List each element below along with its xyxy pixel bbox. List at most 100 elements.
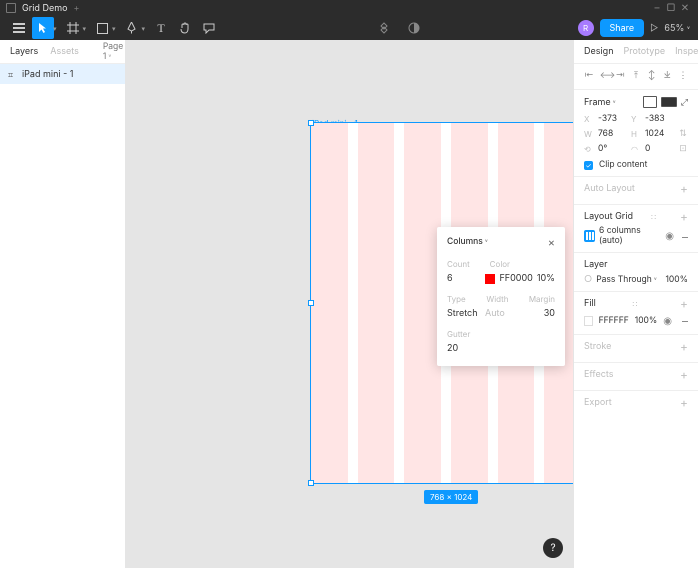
layout-grid-visibility-icon[interactable]: ◉ — [665, 230, 674, 242]
resize-handle-tl[interactable] — [308, 120, 314, 126]
effects-section: Effects + — [574, 363, 698, 391]
move-tool-chevron[interactable]: ▾ — [53, 24, 57, 33]
layer-opacity-input[interactable]: 100% — [665, 275, 688, 285]
window-minimize[interactable]: – — [650, 2, 664, 14]
layer-title: Layer — [584, 259, 608, 270]
fill-styles-icon[interactable]: ∷ — [632, 299, 637, 309]
page-selector[interactable]: Page 1 — [103, 42, 123, 62]
stroke-section: Stroke + — [574, 335, 698, 363]
mask-icon[interactable] — [403, 17, 425, 39]
clip-content-checkbox[interactable]: ✓ — [584, 161, 593, 170]
h-input[interactable]: 1024 — [645, 129, 674, 139]
pen-tool-chevron[interactable]: ▾ — [142, 24, 146, 33]
shape-tool-chevron[interactable]: ▾ — [112, 24, 116, 33]
rotation-input[interactable]: 0° — [598, 144, 627, 154]
window-maximize[interactable]: ▢ — [664, 2, 678, 14]
independent-corners-icon[interactable]: ⊡ — [678, 143, 688, 154]
move-tool[interactable] — [32, 17, 54, 39]
figma-logo-icon[interactable] — [6, 3, 16, 13]
frame-tool-chevron[interactable]: ▾ — [83, 24, 87, 33]
selection-dimensions: 768 × 1024 — [424, 490, 478, 504]
add-layout-grid-button[interactable]: + — [680, 213, 688, 221]
alignment-section: ⇤ ⟷ ⇥ ⤒ ↕ ⤓ ⋮ — [574, 64, 698, 90]
align-top-icon[interactable]: ⤒ — [631, 70, 641, 81]
comment-tool[interactable] — [198, 17, 220, 39]
gutter-input[interactable]: 20 — [447, 343, 458, 354]
remove-layout-grid-button[interactable]: – — [682, 229, 688, 244]
add-auto-layout-button[interactable]: + — [680, 185, 688, 193]
frame-section: Frame ⤢ X-373 Y-383 W768 H1024 ⇅ ⟲0° ◠0 … — [574, 90, 698, 177]
margin-label: Margin — [526, 294, 555, 304]
blend-mode-icon[interactable]: ○ — [584, 274, 592, 285]
distribute-icon[interactable]: ⋮ — [678, 70, 688, 81]
grid-color-hex[interactable]: FF0000 — [499, 273, 532, 284]
layer-name: iPad mini - 1 — [22, 69, 73, 80]
new-tab-button[interactable]: + — [74, 3, 80, 14]
prototype-tab[interactable]: Prototype — [624, 46, 666, 57]
layout-grid-popover: Columns × Count Color 6 FF0000 10% Type … — [437, 227, 565, 366]
add-fill-button[interactable]: + — [680, 300, 688, 308]
assets-tab[interactable]: Assets — [50, 46, 79, 57]
y-input[interactable]: -383 — [645, 114, 674, 124]
align-vcenter-icon[interactable]: ↕ — [647, 70, 657, 81]
zoom-level[interactable]: 65% ˅ — [664, 23, 690, 34]
text-tool[interactable]: T — [150, 17, 172, 39]
type-input[interactable]: Stretch — [447, 308, 479, 319]
help-button[interactable]: ? — [543, 538, 563, 558]
canvas[interactable]: iPad mini - 1 768 × 1024 Columns × Count… — [126, 40, 573, 568]
layout-grid-item[interactable]: 6 columns (auto) — [599, 226, 661, 246]
orientation-landscape[interactable] — [661, 97, 677, 107]
add-effect-button[interactable]: + — [680, 371, 688, 379]
corner-radius-input[interactable]: 0 — [645, 144, 674, 154]
inspect-tab[interactable]: Inspect — [675, 46, 698, 57]
hand-tool[interactable] — [174, 17, 196, 39]
auto-layout-section: Auto Layout + — [574, 177, 698, 205]
layer-row-selected[interactable]: iPad mini - 1 — [0, 64, 125, 84]
file-tab[interactable]: Grid Demo — [22, 3, 68, 14]
shape-tool[interactable] — [91, 17, 113, 39]
frame-tool[interactable] — [62, 17, 84, 39]
count-input[interactable]: 6 — [447, 273, 479, 284]
frame-preset[interactable]: Frame — [584, 97, 616, 108]
align-bottom-icon[interactable]: ⤓ — [662, 70, 672, 81]
grid-color-opacity[interactable]: 10% — [537, 273, 555, 284]
layers-tab[interactable]: Layers — [10, 46, 38, 57]
columns-grid-icon[interactable] — [584, 230, 595, 242]
main-menu-button[interactable] — [8, 17, 30, 39]
popover-close-icon[interactable]: × — [548, 235, 555, 249]
auto-layout-title: Auto Layout — [584, 183, 635, 194]
x-input[interactable]: -373 — [598, 114, 627, 124]
fill-hex-input[interactable]: FFFFFF — [599, 316, 629, 326]
fill-visibility-icon[interactable]: ◉ — [663, 315, 672, 327]
constrain-proportions-icon[interactable]: ⇅ — [678, 128, 688, 139]
align-left-icon[interactable]: ⇤ — [584, 70, 594, 81]
width-label: Width — [486, 294, 515, 304]
grid-color-swatch[interactable] — [485, 274, 495, 284]
align-right-icon[interactable]: ⇥ — [615, 70, 625, 81]
orientation-portrait[interactable] — [643, 96, 657, 108]
align-hcenter-icon[interactable]: ⟷ — [600, 70, 610, 81]
remove-fill-button[interactable]: – — [682, 313, 688, 328]
blend-mode-select[interactable]: Pass Through — [596, 275, 657, 285]
share-button[interactable]: Share — [600, 19, 645, 37]
popover-title[interactable]: Columns — [447, 237, 488, 247]
pen-tool[interactable] — [121, 17, 143, 39]
margin-input[interactable]: 30 — [523, 308, 555, 319]
right-panel: Design Prototype Inspect ⇤ ⟷ ⇥ ⤒ ↕ ⤓ ⋮ F… — [573, 40, 698, 568]
component-icon[interactable] — [373, 17, 395, 39]
present-button[interactable]: ▷ — [650, 23, 658, 34]
add-stroke-button[interactable]: + — [680, 343, 688, 351]
design-tab[interactable]: Design — [584, 46, 614, 57]
fill-swatch[interactable] — [584, 316, 593, 326]
window-close[interactable]: ✕ — [678, 2, 692, 14]
resize-handle-bl[interactable] — [308, 480, 314, 486]
layout-grid-styles-icon[interactable]: ∷ — [651, 212, 656, 222]
resize-handle-ml[interactable] — [308, 300, 314, 306]
resize-to-fit-icon[interactable]: ⤢ — [681, 97, 688, 108]
fill-opacity-input[interactable]: 100% — [635, 316, 658, 326]
add-export-button[interactable]: + — [680, 399, 688, 407]
stroke-title: Stroke — [584, 341, 611, 352]
user-avatar[interactable]: R — [578, 20, 594, 36]
fill-title: Fill — [584, 298, 596, 309]
w-input[interactable]: 768 — [598, 129, 627, 139]
